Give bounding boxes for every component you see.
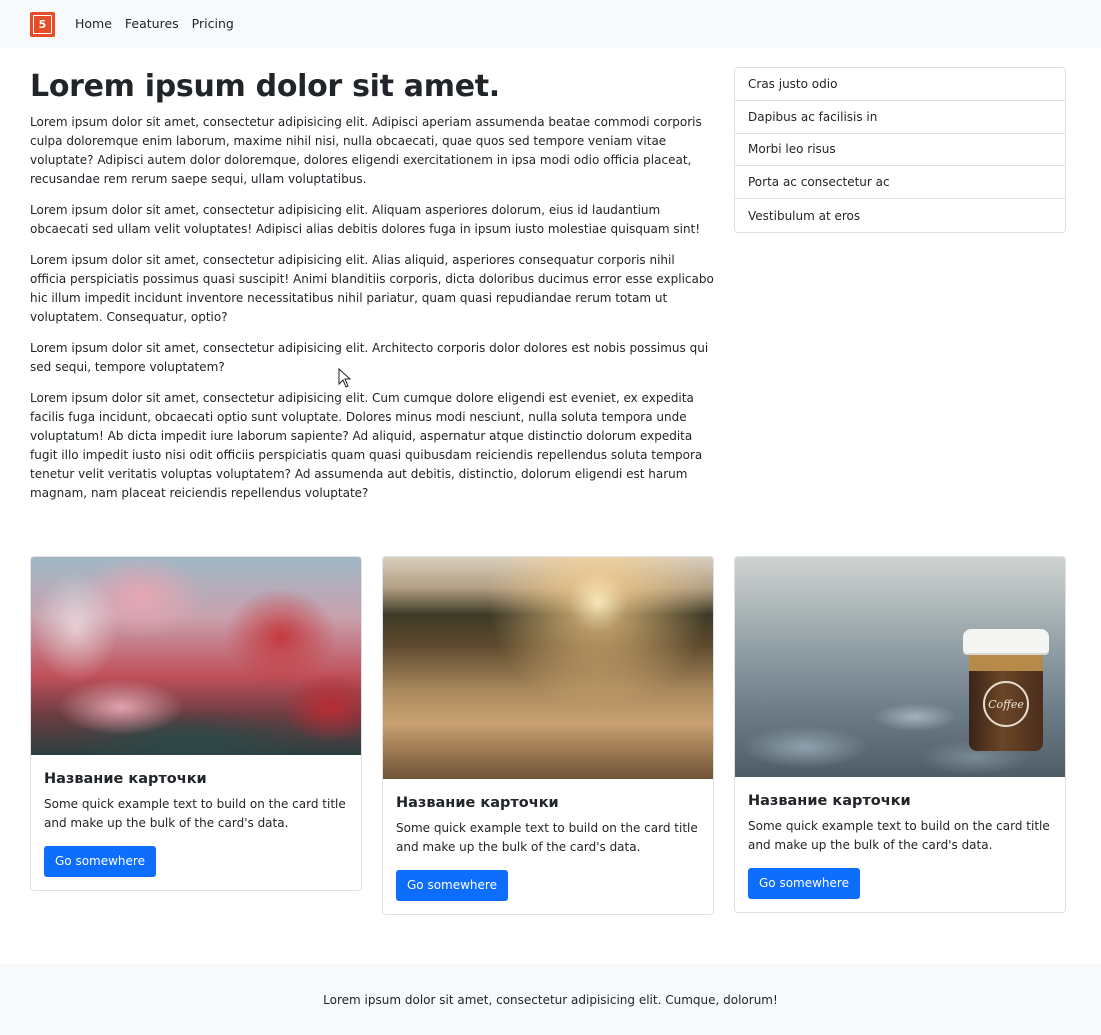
coffee-logo: Coffee [983, 681, 1029, 727]
page-title: Lorem ipsum dolor sit amet. [30, 69, 500, 104]
footer-text: Lorem ipsum dolor sit amet, consectetur … [323, 992, 778, 1007]
list-item-dapibus[interactable]: Dapibus ac facilisis in [735, 101, 1065, 134]
card-body: Название карточки Some quick example tex… [383, 779, 713, 914]
card-text: Some quick example text to build on the … [44, 797, 346, 830]
card-body: Название карточки Some quick example tex… [735, 777, 1065, 912]
card-text: Some quick example text to build on the … [748, 819, 1050, 852]
footer: Lorem ipsum dolor sit amet, consectetur … [0, 964, 1101, 1035]
paragraph: Lorem ipsum dolor sit amet, consectetur … [30, 115, 702, 186]
card-2: Название карточки Some quick example tex… [382, 556, 714, 915]
paragraph: Lorem ipsum dolor sit amet, consectetur … [30, 253, 714, 324]
paragraph: Lorem ipsum dolor sit amet, consectetur … [30, 341, 709, 374]
card-body: Название карточки Some quick example tex… [31, 755, 361, 890]
coffee-cup-on-pebbles-photo: Coffee [735, 557, 1065, 777]
sunset-grass-field-photo [383, 557, 713, 779]
go-somewhere-button[interactable]: Go somewhere [44, 846, 156, 877]
nav-link-features[interactable]: Features [125, 0, 179, 48]
card-title: Название карточки [44, 771, 207, 787]
card-text: Some quick example text to build on the … [396, 821, 698, 854]
sidebar-list-group: Cras justo odio Dapibus ac facilisis in … [734, 67, 1066, 233]
main-article: Lorem ipsum dolor sit amet. Lorem ipsum … [30, 68, 714, 515]
go-somewhere-button[interactable]: Go somewhere [396, 870, 508, 901]
red-autumn-trees-photo [31, 557, 361, 755]
coffee-cup: Coffee [963, 629, 1049, 751]
card-1: Название карточки Some quick example tex… [30, 556, 362, 891]
list-item-cras-justo-odio[interactable]: Cras justo odio [735, 68, 1065, 101]
html5-logo-icon[interactable]: 5 [30, 11, 55, 37]
list-item-vestibulum[interactable]: Vestibulum at eros [735, 199, 1065, 232]
nav-link-home[interactable]: Home [75, 0, 112, 48]
card-3: Coffee Название карточки Some quick exam… [734, 556, 1066, 913]
card-title: Название карточки [396, 795, 559, 811]
list-item-porta-ac[interactable]: Porta ac consectetur ac [735, 166, 1065, 200]
list-item-morbi-leo-risus[interactable]: Morbi leo risus [735, 134, 1065, 167]
navbar: 5 Home Features Pricing [0, 0, 1101, 48]
go-somewhere-button[interactable]: Go somewhere [748, 868, 860, 899]
card-title: Название карточки [748, 793, 911, 809]
nav-link-pricing[interactable]: Pricing [192, 0, 234, 48]
paragraph: Lorem ipsum dolor sit amet, consectetur … [30, 391, 703, 500]
brand-glyph: 5 [33, 14, 52, 34]
paragraph: Lorem ipsum dolor sit amet, consectetur … [30, 203, 701, 236]
